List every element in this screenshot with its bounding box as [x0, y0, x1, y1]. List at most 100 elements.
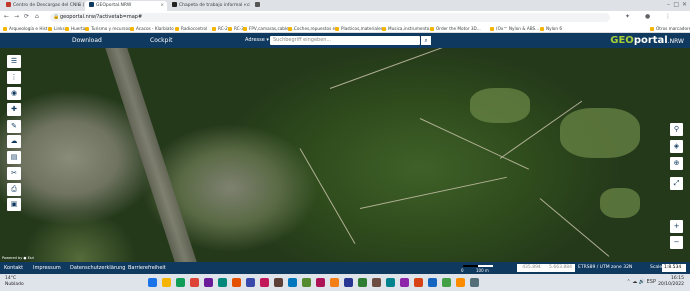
profile-icon[interactable]: ● — [645, 13, 650, 21]
browser-tab[interactable]: Chapeta de trabajo informal - ci × — [168, 1, 250, 11]
taskbar-app-icon[interactable] — [162, 278, 171, 287]
search-mode-select[interactable]: Adresse ▾ — [245, 36, 269, 45]
bookmark-item[interactable]: Nylon 6 — [540, 25, 562, 32]
windows-taskbar: 14°C Nublado ⌃ ☁ 🔊 ESP 16:15 20/10/2022 — [0, 274, 690, 291]
address-bar[interactable]: 🔒 geoportal.nrw/?activetab=map# — [50, 13, 610, 22]
powered-by-esri: Powered by ● Esri — [2, 256, 35, 260]
bookmark-item[interactable]: (Ox™ Nylon & ABS... — [490, 25, 539, 32]
close-window-icon[interactable]: ✕ — [682, 1, 687, 9]
taskbar-app-icon[interactable] — [218, 278, 227, 287]
zoom-out-icon[interactable]: − — [670, 236, 683, 249]
bookmark-item[interactable]: Acacos - Klarbiato — [130, 25, 174, 32]
reload-icon[interactable]: ⟳ — [24, 13, 29, 21]
scale-input[interactable]: 1:8.534 — [662, 264, 686, 272]
bookmark-item[interactable]: Turismo y recursos — [85, 25, 130, 32]
fullscreen-icon[interactable]: ⤢ — [670, 177, 683, 190]
tab-close-icon[interactable]: × — [160, 1, 164, 11]
minimize-icon[interactable]: – — [667, 1, 670, 9]
bookmark-item[interactable]: Coches,repuestos etc — [288, 25, 339, 32]
menu-icon[interactable]: ⋮ — [665, 13, 671, 21]
bookmark-item[interactable]: Links — [48, 25, 65, 32]
taskbar-app-icon[interactable] — [400, 278, 409, 287]
taskbar-app-icon[interactable] — [204, 278, 213, 287]
taskbar-app-icon[interactable] — [386, 278, 395, 287]
clock[interactable]: 16:15 20/10/2022 — [658, 276, 684, 288]
geoportal-logo: GEOportal.NRW — [610, 35, 684, 46]
taskbar-app-icon[interactable] — [330, 278, 339, 287]
clock-date: 20/10/2022 — [658, 282, 684, 287]
taskbar-app-icon[interactable] — [148, 278, 157, 287]
print2-icon[interactable]: ▣ — [7, 198, 21, 211]
layers-list-icon[interactable]: ☰ — [7, 55, 21, 68]
nav-download[interactable]: Download — [72, 33, 102, 48]
weather-widget[interactable]: 14°C Nublado — [5, 276, 24, 288]
search-input[interactable]: Suchbegriff eingeben... — [270, 36, 420, 45]
crs-selector[interactable]: ETRS89 / UTM zone 32N — [578, 262, 632, 274]
browser-tab[interactable]: Centro de Descargas del CNIG (× — [2, 1, 84, 11]
taskbar-app-icon[interactable] — [344, 278, 353, 287]
bookmark-item[interactable]: Plasticos,materiales... — [335, 25, 387, 32]
tab-label: Chapeta de trabajo informal - ci — [179, 3, 250, 8]
bookmark-item[interactable]: Order the Motor 3D... — [430, 25, 481, 32]
taskbar-app-icon[interactable] — [260, 278, 269, 287]
taskbar-app-icon[interactable] — [372, 278, 381, 287]
home-icon[interactable]: ⌂ — [35, 13, 39, 21]
cloud-download-icon[interactable]: ☁ — [7, 135, 21, 148]
bookmark-item[interactable]: RC-3 — [228, 25, 244, 32]
coord-y: 5.663.884 — [549, 265, 572, 270]
more-icon[interactable]: ⋮ — [7, 71, 21, 84]
geoportal-footer: Kontakt Impressum Datenschutzerklärung B… — [0, 262, 690, 274]
bookmark-item[interactable]: Arqueología e Hist... — [3, 25, 51, 32]
tab-close-icon[interactable]: × — [77, 1, 81, 11]
bookmark-item[interactable]: Musica,instrumento... — [382, 25, 433, 32]
taskbar-app-icon[interactable] — [176, 278, 185, 287]
taskbar-app-icon[interactable] — [288, 278, 297, 287]
lock-icon: 🔒 — [53, 14, 60, 20]
system-tray[interactable]: ⌃ ☁ 🔊 ESP — [626, 279, 656, 285]
browser-tab[interactable]: GEOportal.NRW × — [85, 1, 167, 11]
taskbar-app-icon[interactable] — [414, 278, 423, 287]
footer-link-barrierefreiheit[interactable]: Barrierefreiheit — [128, 262, 166, 274]
taskbar-app-icon[interactable] — [232, 278, 241, 287]
tab-label: Centro de Descargas del CNIG ( — [13, 3, 84, 8]
tab-close-icon[interactable]: × — [243, 1, 247, 11]
footer-link-kontakt[interactable]: Kontakt — [4, 262, 23, 274]
extensions-icon[interactable]: ✦ — [625, 13, 630, 21]
compass-icon[interactable]: ◉ — [7, 87, 21, 100]
footer-link-impressum[interactable]: Impressum — [33, 262, 61, 274]
taskbar-app-icon[interactable] — [442, 278, 451, 287]
bookmark-item[interactable]: Otros marcadores — [650, 25, 690, 32]
nav-cockpit[interactable]: Cockpit — [150, 33, 172, 48]
scale-icon[interactable]: ⚲ — [670, 123, 683, 136]
taskbar-app-icon[interactable] — [274, 278, 283, 287]
taskbar-app-icon[interactable] — [428, 278, 437, 287]
taskbar-app-icon[interactable] — [302, 278, 311, 287]
forward-icon[interactable]: → — [14, 13, 19, 21]
maximize-icon[interactable]: □ — [673, 1, 679, 9]
layers-icon[interactable]: ◈ — [670, 140, 683, 153]
taskbar-app-icon[interactable] — [190, 278, 199, 287]
print-icon[interactable]: ▤ — [7, 151, 21, 164]
back-icon[interactable]: ← — [4, 13, 9, 21]
taskbar-app-icon[interactable] — [316, 278, 325, 287]
browser-tab[interactable] — [251, 1, 269, 11]
taskbar-app-icon[interactable] — [456, 278, 465, 287]
search-icon[interactable]: ⌕ — [421, 36, 431, 45]
bookmark-item[interactable]: Radiocontrol — [175, 25, 207, 32]
taskbar-app-icon[interactable] — [470, 278, 479, 287]
forest-clearing — [470, 88, 530, 123]
zoom-in-icon[interactable]: + — [670, 220, 683, 233]
share-icon[interactable]: ⎙ — [7, 183, 21, 196]
footer-link-datenschutz[interactable]: Datenschutzerklärung — [70, 262, 125, 274]
forest-path — [419, 118, 529, 170]
draw-icon[interactable]: ✎ — [7, 120, 21, 133]
taskbar-app-icon[interactable] — [246, 278, 255, 287]
info-icon[interactable]: ✂ — [7, 167, 21, 180]
locate-icon[interactable]: ⊕ — [670, 157, 683, 170]
tools-icon[interactable]: ✚ — [7, 103, 21, 116]
bookmark-item[interactable]: Huerta — [65, 25, 85, 32]
taskbar-app-icon[interactable] — [358, 278, 367, 287]
browser-toolbar: ← → ⟳ ⌂ 🔒 geoportal.nrw/?activetab=map# … — [0, 11, 690, 24]
bookmark-item[interactable]: RC-2 — [212, 25, 228, 32]
map-canvas[interactable]: Powered by ● Esri — [0, 48, 690, 262]
